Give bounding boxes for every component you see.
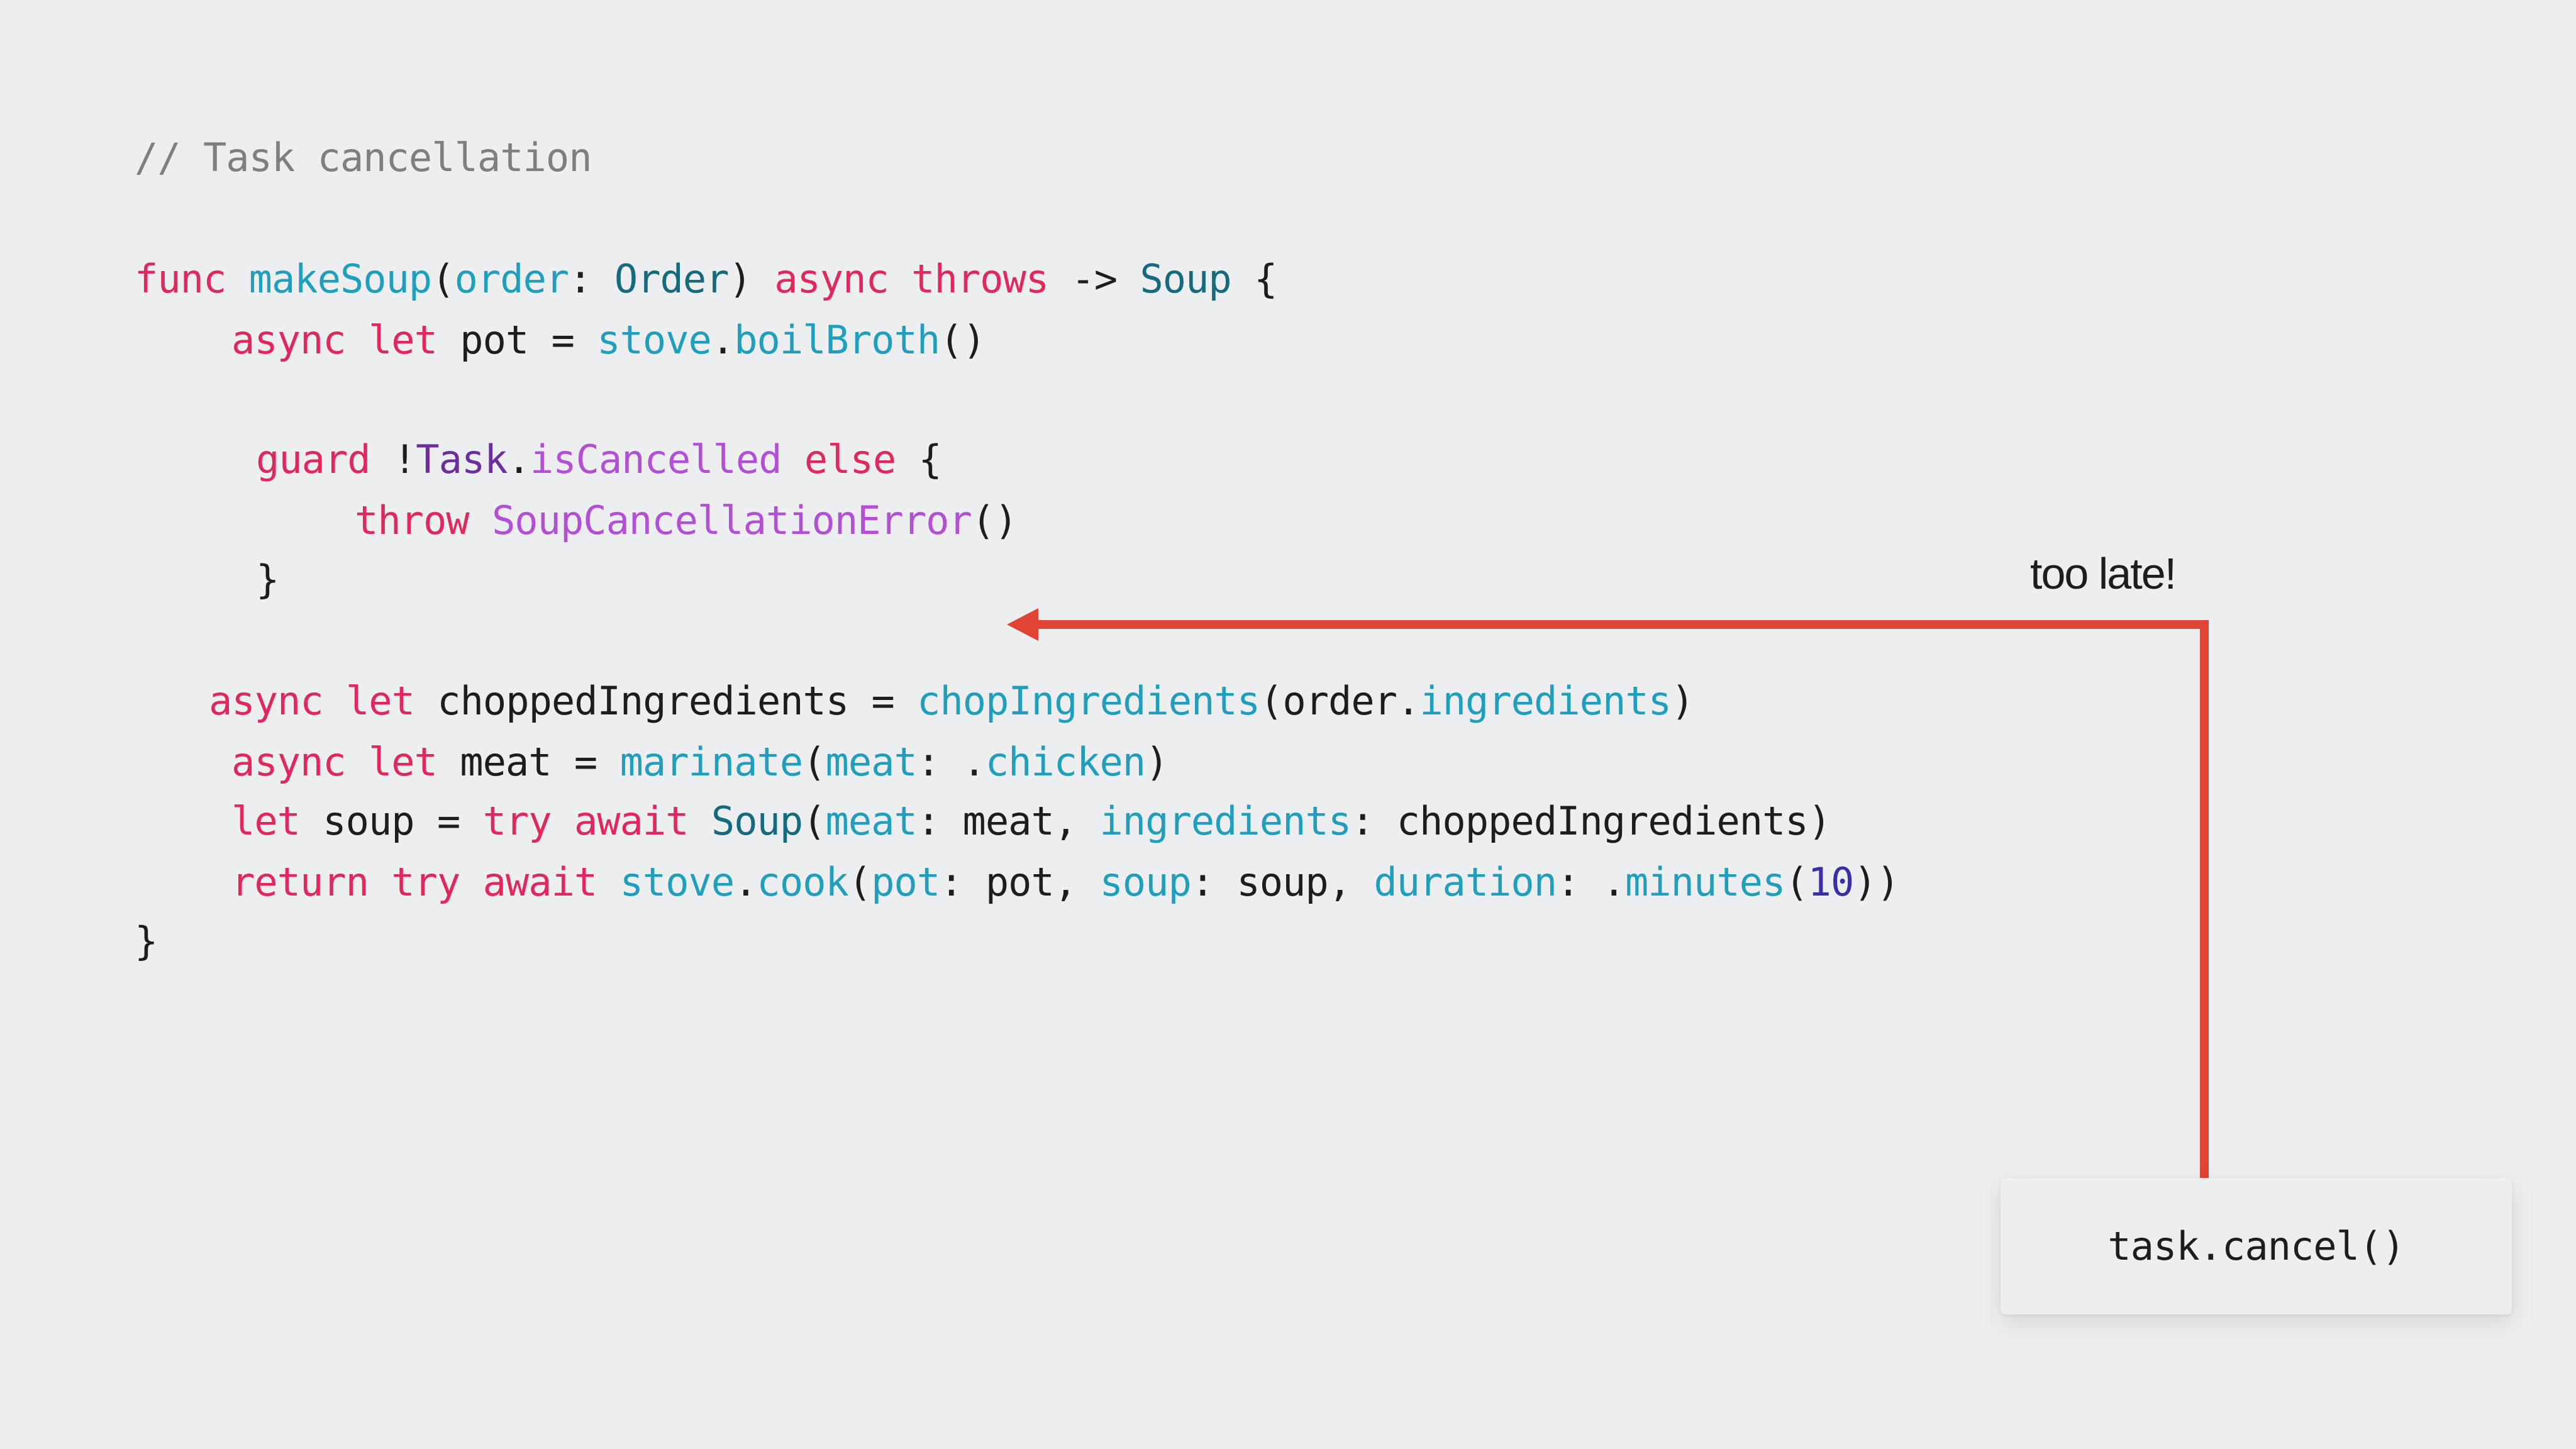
- too-late-label: too late!: [2030, 549, 2177, 598]
- arrow-head-icon: [1007, 608, 1038, 641]
- arrow-line: [1038, 620, 2209, 1178]
- task-cancel-box: task.cancel(): [2001, 1178, 2512, 1314]
- task-cancel-code: task.cancel(): [2107, 1223, 2405, 1269]
